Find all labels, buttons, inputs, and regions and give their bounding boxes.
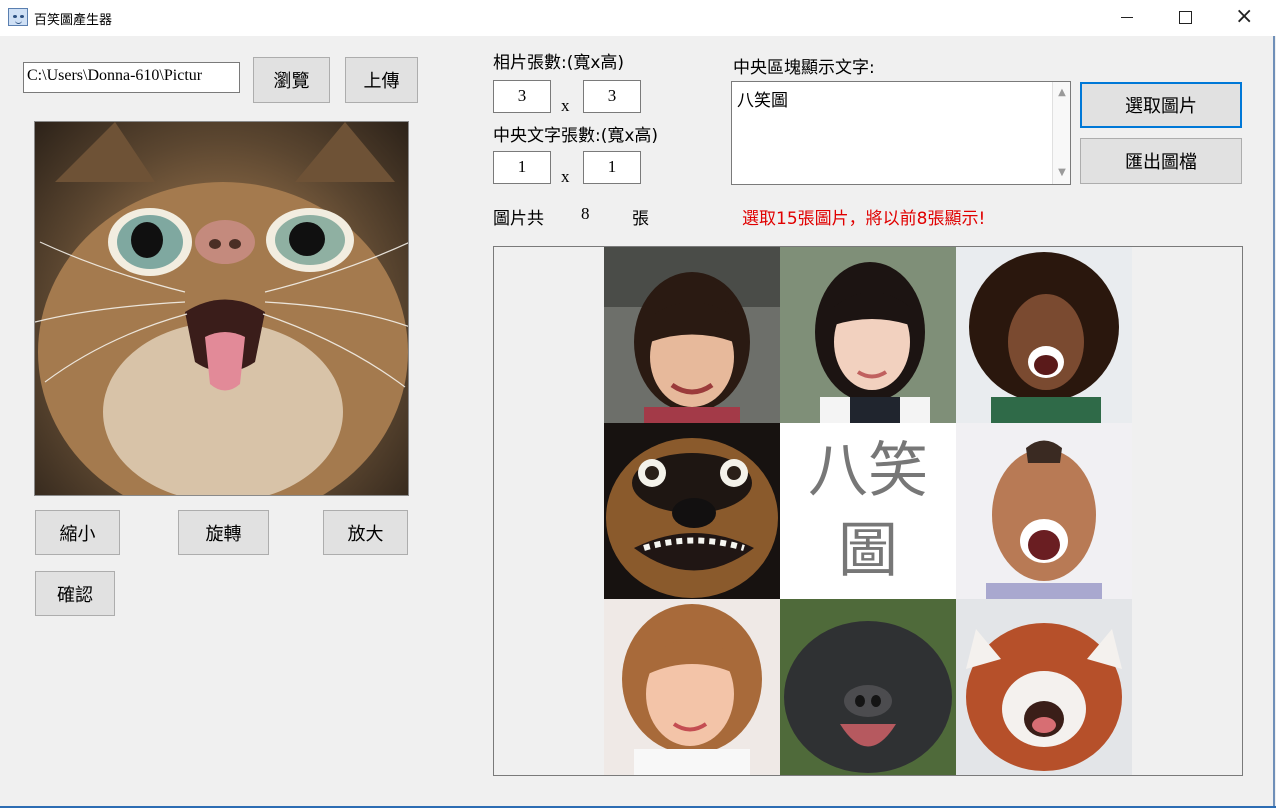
collage-photo-girl	[604, 247, 780, 423]
center-text-label: 中央區塊顯示文字:	[733, 58, 875, 78]
app-icon	[8, 8, 28, 26]
collage-photo-pig	[780, 599, 956, 775]
select-images-button[interactable]: 選取圖片	[1080, 82, 1242, 128]
photo-width-input[interactable]: 3	[493, 80, 551, 113]
minimize-button[interactable]	[1104, 0, 1150, 34]
collage-center-line2: 圖	[838, 516, 898, 586]
cat-photo	[35, 122, 408, 495]
title-bar	[0, 0, 1276, 36]
times-sign: x	[561, 96, 570, 115]
file-path-input[interactable]: C:\Users\Donna-610\Pictur	[23, 62, 240, 93]
minimize-icon	[1121, 17, 1133, 18]
photo-count-label: 相片張數:(寬x高)	[493, 53, 625, 73]
times-sign: x	[561, 167, 570, 186]
enlarge-button[interactable]: 放大	[323, 510, 408, 555]
confirm-button[interactable]: 確認	[35, 571, 115, 616]
center-width-input[interactable]: 1	[493, 151, 551, 184]
image-count-suffix: 張	[632, 209, 649, 229]
rotate-button[interactable]: 旋轉	[178, 510, 269, 555]
collage-photo-laughing-woman	[956, 247, 1132, 423]
collage-photo-child	[604, 599, 780, 775]
center-text-value: 八笑圖	[737, 91, 788, 111]
collage-photo-woman	[780, 247, 956, 423]
maximize-icon	[1179, 11, 1192, 24]
shrink-button[interactable]: 縮小	[35, 510, 120, 555]
browse-button[interactable]: 瀏覽	[253, 57, 330, 103]
warning-message: 選取15張圖片，將以前8張顯示!	[742, 209, 986, 229]
export-button[interactable]: 匯出圖檔	[1080, 138, 1242, 184]
image-count-prefix: 圖片共	[493, 209, 544, 229]
scroll-down-icon[interactable]: ▼	[1057, 168, 1067, 178]
close-button[interactable]: ×	[1220, 0, 1266, 34]
center-height-input[interactable]: 1	[583, 151, 641, 184]
maximize-button[interactable]	[1162, 0, 1208, 34]
center-text-input[interactable]: 八笑圖 ▲ ▼	[731, 81, 1071, 185]
preview-image	[34, 121, 409, 496]
photo-height-input[interactable]: 3	[583, 80, 641, 113]
collage-photo-red-panda	[956, 599, 1132, 775]
center-count-label: 中央文字張數:(寬x高)	[493, 126, 659, 146]
upload-button[interactable]: 上傳	[345, 57, 418, 103]
memo-scrollbar[interactable]: ▲ ▼	[1052, 82, 1070, 184]
collage-center-text: 八笑 圖	[780, 423, 956, 599]
collage-photo-dog	[604, 423, 780, 599]
scroll-up-icon[interactable]: ▲	[1057, 88, 1067, 98]
window-title: 百笑圖產生器	[34, 13, 113, 28]
collage-photo-laughing-man	[956, 423, 1132, 599]
close-icon: ×	[1235, 4, 1254, 29]
collage-center-line1: 八笑	[808, 436, 928, 506]
collage-preview: 八笑 圖	[493, 246, 1243, 776]
image-count-value: 8	[581, 204, 590, 223]
window-edge	[1273, 36, 1275, 808]
